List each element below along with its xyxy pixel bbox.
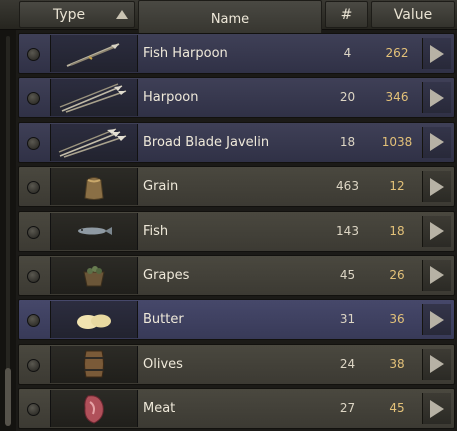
javelins-icon: [56, 126, 132, 159]
item-count: 4: [343, 46, 352, 60]
scrollbar[interactable]: [0, 30, 16, 431]
transfer-button[interactable]: [422, 393, 451, 425]
grapes-basket-icon: [79, 262, 109, 288]
butter-icon: [74, 309, 114, 331]
inventory-row[interactable]: Grapes 45 26: [18, 254, 455, 296]
transfer-button[interactable]: [422, 304, 451, 336]
row-select-radio[interactable]: [27, 358, 40, 372]
scrollbar-thumb[interactable]: [5, 368, 11, 426]
arrow-right-icon: [430, 88, 444, 107]
inventory-row[interactable]: Grain 463 12: [18, 166, 455, 208]
item-name: Grain: [143, 179, 179, 195]
item-count: 31: [339, 312, 356, 327]
inventory-list: Fish Harpoon 4 262 Harpoon 20 346 Broad Blade …: [18, 33, 455, 431]
inventory-row[interactable]: Butter 31 36: [18, 299, 455, 341]
item-thumbnail: [50, 123, 138, 161]
row-select-radio[interactable]: [27, 225, 40, 239]
item-value: 18: [389, 223, 405, 238]
row-select-radio[interactable]: [27, 181, 40, 195]
item-count: 20: [339, 90, 356, 105]
item-thumbnail: [50, 256, 138, 294]
item-name: Broad Blade Javelin: [143, 134, 270, 150]
inventory-row[interactable]: Olives 24 38: [18, 343, 455, 385]
item-value: 262: [385, 46, 409, 60]
transfer-button[interactable]: [422, 348, 451, 380]
inventory-header: Type Name # Value: [0, 0, 457, 39]
arrow-right-icon: [430, 355, 444, 374]
transfer-button[interactable]: [422, 215, 451, 247]
inventory-row[interactable]: Broad Blade Javelin 18 1038: [18, 121, 455, 163]
item-thumbnail: [50, 390, 138, 428]
item-name: Meat: [143, 401, 176, 417]
arrow-right-icon: [430, 399, 444, 418]
type-header-label: Type: [53, 6, 86, 23]
item-thumbnail: [50, 345, 138, 383]
row-select-radio[interactable]: [27, 136, 40, 150]
item-thumbnail: [50, 212, 138, 250]
grain-sack-icon: [79, 172, 109, 202]
harpoon-icon: [59, 39, 129, 69]
inventory-row[interactable]: Fish Harpoon 4 262: [18, 33, 455, 74]
inventory-row[interactable]: Harpoon 20 346: [18, 77, 455, 119]
sort-ascending-icon: [116, 10, 128, 19]
inventory-row[interactable]: Fish 143 18: [18, 210, 455, 252]
item-count: 24: [339, 356, 356, 371]
item-name: Harpoon: [143, 90, 199, 106]
item-name: Olives: [143, 356, 183, 372]
arrow-right-icon: [430, 133, 444, 152]
arrow-right-icon: [430, 44, 444, 63]
olive-barrel-icon: [81, 348, 107, 380]
item-name: Butter: [143, 312, 184, 328]
arrow-right-icon: [430, 266, 444, 285]
arrow-right-icon: [430, 310, 444, 329]
item-value: 26: [389, 267, 405, 282]
item-count: 27: [339, 401, 356, 416]
transfer-button[interactable]: [422, 126, 451, 158]
item-count: 463: [336, 179, 359, 194]
arrow-right-icon: [430, 222, 444, 241]
item-value: 1038: [381, 134, 413, 149]
transfer-button[interactable]: [422, 171, 451, 203]
transfer-button[interactable]: [422, 82, 451, 114]
item-name: Grapes: [143, 267, 190, 283]
item-count: 18: [339, 134, 356, 149]
item-thumbnail: [50, 79, 138, 117]
item-name: Fish: [143, 223, 169, 239]
item-value: 12: [389, 179, 405, 194]
row-select-radio[interactable]: [27, 314, 40, 328]
count-column-header[interactable]: #: [325, 1, 368, 28]
row-select-radio[interactable]: [27, 403, 40, 417]
row-select-radio[interactable]: [27, 92, 40, 106]
type-column-header[interactable]: Type: [19, 1, 135, 28]
item-thumbnail: [50, 301, 138, 339]
arrow-right-icon: [430, 177, 444, 196]
value-column-header[interactable]: Value: [371, 1, 455, 28]
item-count: 45: [339, 267, 356, 282]
meat-icon: [80, 392, 108, 426]
item-thumbnail: [50, 168, 138, 206]
item-count: 143: [336, 223, 359, 238]
item-value: 36: [389, 312, 405, 327]
row-select-radio[interactable]: [27, 269, 40, 283]
count-header-label: #: [340, 6, 353, 23]
item-value: 38: [389, 356, 405, 371]
harpoons-icon: [56, 82, 132, 114]
transfer-button[interactable]: [422, 259, 451, 291]
transfer-button[interactable]: [422, 38, 451, 69]
item-thumbnail: [50, 35, 138, 72]
inventory-row[interactable]: Meat 27 45: [18, 388, 455, 430]
value-header-label: Value: [393, 6, 433, 23]
item-name: Fish Harpoon: [143, 46, 228, 61]
item-value: 346: [385, 90, 409, 105]
item-value: 45: [389, 401, 405, 416]
row-select-radio[interactable]: [27, 48, 40, 61]
fish-icon: [74, 223, 114, 239]
